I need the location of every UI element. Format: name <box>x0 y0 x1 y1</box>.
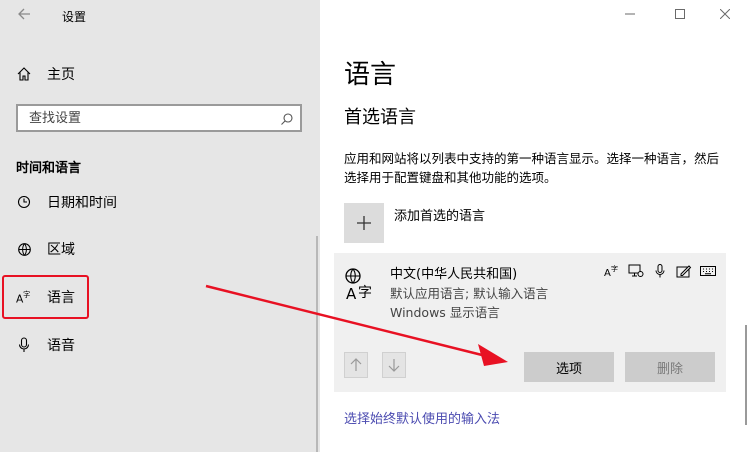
minimize-button[interactable] <box>618 4 642 26</box>
minimize-icon <box>625 13 635 15</box>
language-card[interactable]: A 字 中文(中华人民共和国) 默认应用语言; 默认输入语言 Windows 显… <box>334 253 726 392</box>
svg-text:A: A <box>604 268 611 278</box>
language-display-info: Windows 显示语言 <box>390 305 500 320</box>
sidebar-item-label: 区域 <box>47 242 75 258</box>
sidebar-item-clip: 日期和时间 <box>0 196 320 212</box>
sidebar: 设置 主页 时间和语言 日期和时间 区域 A字 语言 <box>0 0 320 452</box>
calendar-clock-icon <box>16 196 32 210</box>
arrow-left-icon <box>18 8 30 20</box>
language-features: A字 <box>604 263 716 279</box>
delete-button[interactable]: 删除 <box>625 352 715 382</box>
microphone-icon <box>652 263 668 279</box>
add-language-button[interactable] <box>344 203 384 243</box>
add-language-label: 添加首选的语言 <box>394 209 486 224</box>
svg-text:A: A <box>346 285 357 301</box>
section-title: 首选语言 <box>344 107 416 128</box>
handwriting-icon <box>676 263 692 279</box>
search-box[interactable] <box>16 104 302 132</box>
sidebar-item-label: 主页 <box>47 67 75 83</box>
arrow-down-icon <box>388 359 400 372</box>
move-down-button[interactable] <box>382 352 406 378</box>
back-button[interactable] <box>14 6 34 26</box>
search-input[interactable] <box>27 110 271 127</box>
default-input-method-link[interactable]: 选择始终默认使用的输入法 <box>344 408 500 427</box>
display-language-icon: A字 <box>604 263 620 279</box>
description-text: 应用和网站将以列表中支持的第一种语言显示。选择一种语言，然后选择用于配置键盘和其… <box>344 151 720 185</box>
plus-icon <box>357 216 371 230</box>
speech-settings-icon <box>628 263 644 279</box>
page-title: 语言 <box>344 60 397 90</box>
sidebar-scrollbar[interactable] <box>316 236 318 452</box>
sidebar-item-region[interactable]: 区域 <box>0 229 320 269</box>
sidebar-item-speech[interactable]: 语音 <box>0 325 320 365</box>
maximize-icon <box>675 9 685 19</box>
main-content: 语言 首选语言 应用和网站将以列表中支持的第一种语言显示。选择一种语言，然后选择… <box>320 0 749 452</box>
keyboard-icon <box>700 263 716 279</box>
arrow-up-icon <box>350 358 362 371</box>
add-language-row[interactable]: 添加首选的语言 <box>344 203 485 243</box>
close-icon <box>719 8 731 20</box>
options-button[interactable]: 选项 <box>524 352 614 382</box>
sidebar-item-label: 日期和时间 <box>47 196 117 211</box>
home-icon <box>16 66 32 82</box>
sidebar-item-home[interactable]: 主页 <box>0 54 320 94</box>
svg-text:字: 字 <box>611 264 618 273</box>
search-icon[interactable] <box>280 111 294 125</box>
globe-icon <box>16 241 32 257</box>
close-button[interactable] <box>713 4 737 26</box>
main-scrollbar[interactable] <box>745 325 747 425</box>
window-title: 设置 <box>62 10 87 24</box>
section-heading: 时间和语言 <box>16 161 82 176</box>
sidebar-item-label: 语音 <box>47 338 75 354</box>
move-up-button[interactable] <box>344 352 368 378</box>
annotation-highlight-box <box>2 275 89 319</box>
maximize-button[interactable] <box>668 4 692 26</box>
language-default-info: 默认应用语言; 默认输入语言 <box>390 286 549 301</box>
svg-text:字: 字 <box>358 285 372 301</box>
sidebar-item-datetime[interactable]: 日期和时间 <box>0 196 320 212</box>
language-name: 中文(中华人民共和国) <box>390 267 518 282</box>
language-globe-icon: A 字 <box>344 267 378 303</box>
microphone-icon <box>16 337 32 353</box>
